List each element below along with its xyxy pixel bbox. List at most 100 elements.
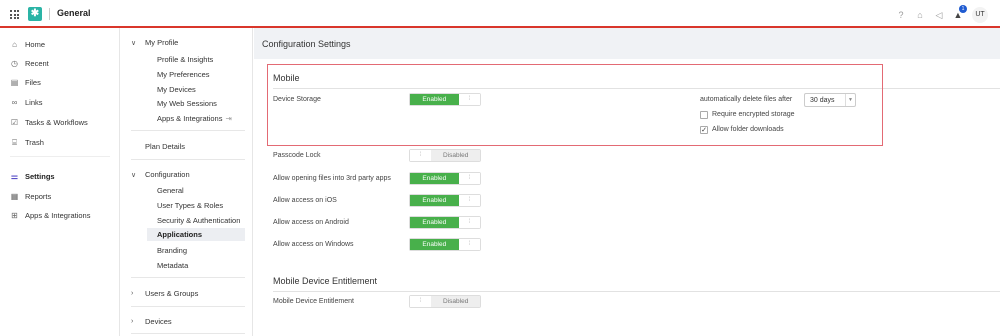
chevron-down-icon: ∨ [131,171,137,179]
subnav-general[interactable]: General [157,186,184,195]
left-nav: ⌂ Home ◷ Recent ▤ Files ∞ Links ☑ Tasks & Wor… [0,28,120,336]
auto-delete-value: 30 days [810,97,835,104]
toggle-handle: ⁞ [458,239,480,250]
section-divider [273,88,1000,89]
clock-icon: ◷ [11,58,18,68]
help-icon[interactable]: ? [896,10,906,20]
toggle-state-label: Disabled [431,150,480,161]
toggle-handle: ⁞ [458,217,480,228]
nav-item-reports[interactable]: ▦ Reports [10,190,52,202]
toggle-handle: ⁞ [410,150,432,161]
toggle-state-label: Enabled [410,217,459,228]
toggle-handle: ⁞ [458,94,480,105]
row-label-ios: Allow access on iOS [273,197,337,204]
subnav-item-label: Apps & Integrations [157,114,223,123]
nav-divider [10,156,110,157]
row-label-entitlement: Mobile Device Entitlement [273,298,354,305]
chevron-down-icon: ▼ [845,94,855,106]
chevron-right-icon: › [131,318,134,325]
nav-item-settings[interactable]: ⚌ Settings [10,170,55,182]
subnav-divider [131,130,245,131]
nav-item-home[interactable]: ⌂ Home [10,38,45,50]
windows-access-toggle[interactable]: Enabled ⁞ [409,238,481,251]
nav-item-trash[interactable]: ⌸ Trash [10,136,44,148]
section-title-mobile: Mobile [273,73,300,83]
nav-item-links[interactable]: ∞ Links [10,96,43,108]
subnav-divider [131,277,245,278]
row-label-third-party: Allow opening files into 3rd party apps [273,175,391,182]
nav-label: Apps & Integrations [25,210,91,220]
require-encrypted-checkbox[interactable] [700,111,708,119]
megaphone-icon[interactable]: ◁ [934,10,944,20]
avatar[interactable]: UT [972,7,988,23]
notification-badge: 1 [959,5,967,13]
top-icons: ? ⌂ ◁ ▲ 1 UT [896,5,988,23]
grid-icon[interactable] [10,10,19,19]
nav-label: Trash [25,137,44,147]
nav-item-apps[interactable]: ⊞ Apps & Integrations [10,209,90,221]
subnav-my-preferences[interactable]: My Preferences [157,70,210,79]
trash-icon: ⌸ [12,137,17,147]
subnav-devices[interactable]: › Devices [131,317,172,326]
toggle-state-label: Enabled [410,239,459,250]
subnav-security-authentication[interactable]: Security & Authentication [157,216,240,225]
subnav-header-label: My Profile [145,38,179,47]
subnav-divider [131,333,245,334]
row-label-android: Allow access on Android [273,219,349,226]
subnav-divider [131,306,245,307]
subnav-apps-integrations[interactable]: Apps & Integrations ⇥ [157,114,232,123]
app-logo[interactable]: ✱ [28,7,42,21]
allow-folder-downloads-checkbox[interactable]: ✓ [700,126,708,134]
toggle-state-label: Enabled [410,94,459,105]
subnav-applications[interactable]: Applications [147,228,245,241]
main-content: Configuration Settings Mobile Device Sto… [254,28,1000,336]
nav-item-tasks[interactable]: ☑ Tasks & Workflows [10,116,88,128]
subnav-my-devices[interactable]: My Devices [157,85,196,94]
bell-icon[interactable]: ▲ 1 [953,5,967,20]
subnav-metadata[interactable]: Metadata [157,261,188,270]
checkmark-icon: ✓ [701,127,707,134]
settings-icon: ⚌ [10,171,19,181]
device-storage-toggle[interactable]: Enabled ⁞ [409,93,481,106]
subnav-configuration[interactable]: ∨ Configuration [131,170,190,179]
subnav-header-label: Users & Groups [145,289,199,298]
auto-delete-select[interactable]: 30 days ▼ [804,93,856,107]
subnav-profile-insights[interactable]: Profile & Insights [157,55,213,64]
external-link-icon: ⇥ [225,114,232,123]
subnav-header-label: Devices [145,317,172,326]
toggle-handle: ⁞ [458,173,480,184]
subnav-user-types-roles[interactable]: User Types & Roles [157,201,223,210]
subnav-header-label: Plan Details [145,142,186,151]
passcode-lock-toggle[interactable]: ⁞ Disabled [409,149,481,162]
subnav-plan-details[interactable]: Plan Details [145,142,185,151]
app-title: General [57,8,91,18]
main-header: Configuration Settings [254,28,1000,59]
nav-label: Recent [25,58,49,68]
toggle-state-label: Enabled [410,173,459,184]
nav-item-files[interactable]: ▤ Files [10,76,41,88]
subnav-my-profile[interactable]: ∨ My Profile [131,38,178,47]
ios-access-toggle[interactable]: Enabled ⁞ [409,194,481,207]
android-access-toggle[interactable]: Enabled ⁞ [409,216,481,229]
row-label-windows: Allow access on Windows [273,241,354,248]
section-divider [273,291,1000,292]
subnav-divider [131,159,245,160]
allow-folder-downloads-label: Allow folder downloads [712,126,784,133]
gift-icon[interactable]: ⌂ [915,10,925,20]
subnav-users-groups[interactable]: › Users & Groups [131,289,198,298]
toggle-handle: ⁞ [410,296,432,307]
subnav-header-label: Configuration [145,170,190,179]
chevron-down-icon: ∨ [131,39,137,47]
section-title-entitlement: Mobile Device Entitlement [273,276,378,286]
link-icon: ∞ [11,97,18,107]
toggle-state-label: Enabled [410,195,459,206]
header-divider [49,8,50,20]
entitlement-toggle[interactable]: ⁞ Disabled [409,295,481,308]
nav-label: Settings [25,171,55,181]
nav-label: Reports [25,191,52,201]
require-encrypted-label: Require encrypted storage [712,111,795,118]
subnav-my-web-sessions[interactable]: My Web Sessions [157,99,217,108]
subnav-branding[interactable]: Branding [157,246,187,255]
third-party-toggle[interactable]: Enabled ⁞ [409,172,481,185]
nav-item-recent[interactable]: ◷ Recent [10,57,49,69]
